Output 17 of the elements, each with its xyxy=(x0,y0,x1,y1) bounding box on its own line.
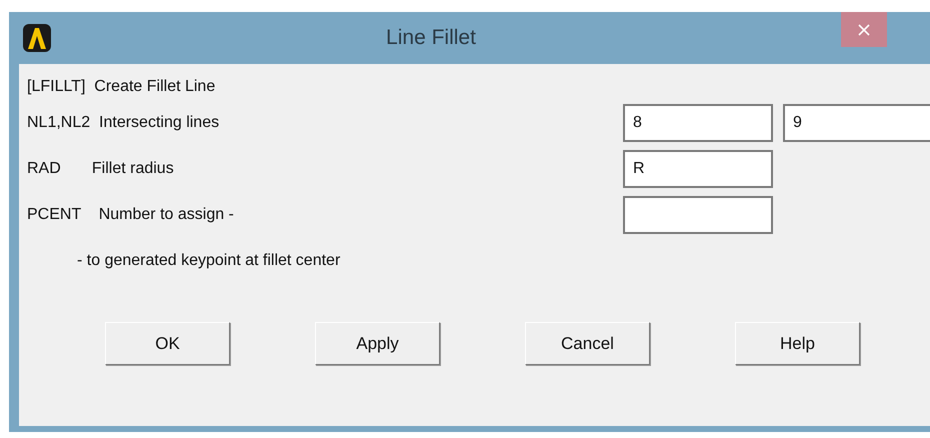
dialog-button[interactable]: Help xyxy=(735,322,860,365)
close-button[interactable] xyxy=(841,12,887,47)
parameter-label: PCENT Number to assign - xyxy=(27,206,235,224)
dialog-button[interactable]: Cancel xyxy=(525,322,650,365)
logo-icon xyxy=(23,24,51,52)
input-field[interactable]: 9 xyxy=(783,104,930,142)
window-title: Line Fillet xyxy=(385,26,477,50)
parameter-note: - to generated keypoint at fillet center xyxy=(77,252,342,270)
input-field[interactable]: R xyxy=(623,150,773,188)
input-field[interactable] xyxy=(623,196,773,234)
dialog-button[interactable]: OK xyxy=(105,322,230,365)
parameter-label: RAD Fillet radius xyxy=(27,160,175,178)
parameter-label: NL1,NL2 Intersecting lines xyxy=(27,114,220,132)
command-label: [LFILLT] Create Fillet Line xyxy=(27,78,216,96)
input-field[interactable]: 8 xyxy=(623,104,773,142)
dialog-button[interactable]: Apply xyxy=(315,322,440,365)
close-icon xyxy=(858,24,870,36)
